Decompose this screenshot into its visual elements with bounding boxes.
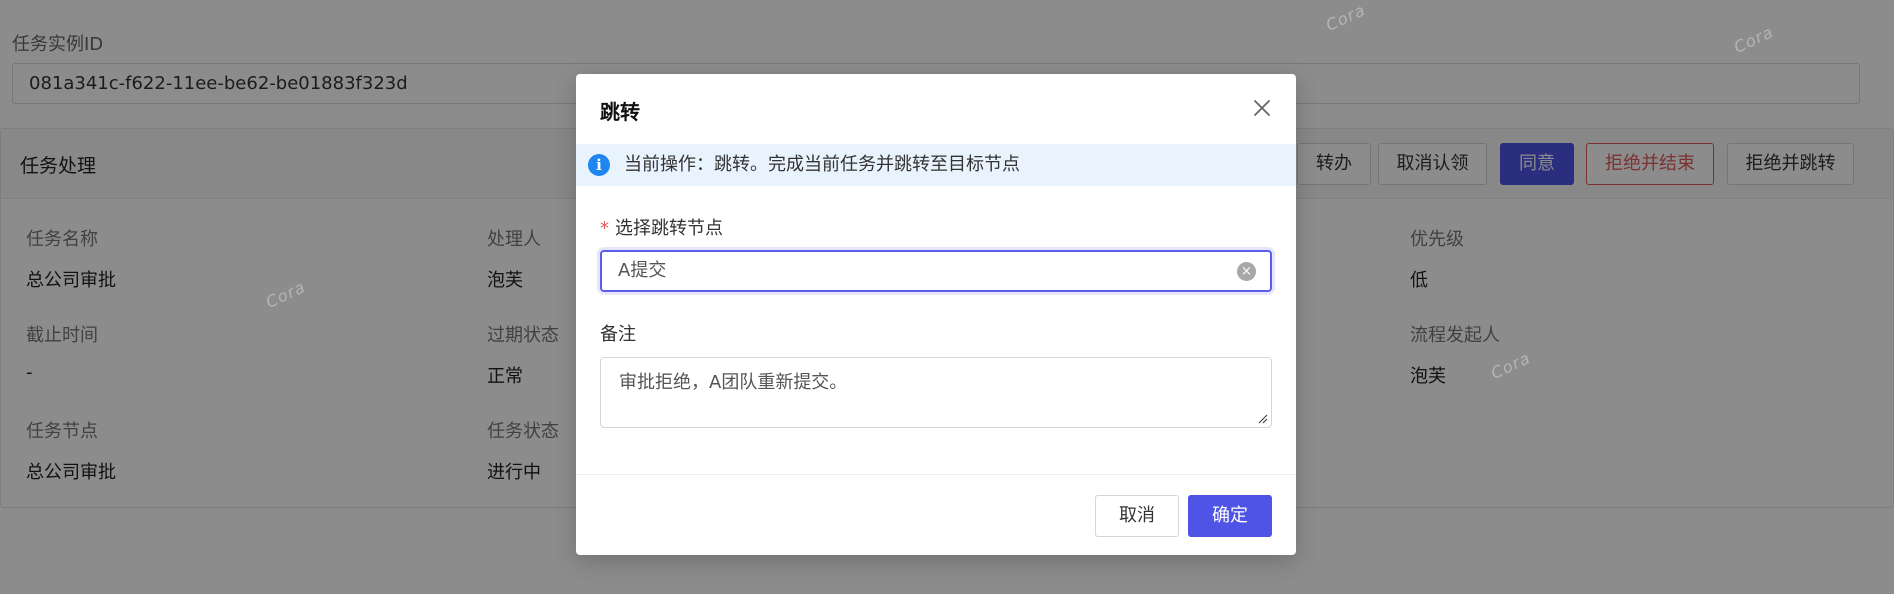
resize-handle-icon[interactable] xyxy=(1256,412,1268,424)
cancel-button[interactable]: 取消 xyxy=(1095,495,1179,537)
dialog-title: 跳转 xyxy=(600,100,640,124)
remark-value: 审批拒绝，A团队重新提交。 xyxy=(619,372,848,393)
target-node-select[interactable]: A提交 × xyxy=(600,250,1272,292)
target-node-label: * 选择跳转节点 xyxy=(600,214,723,240)
alert-text: 当前操作：跳转。完成当前任务并跳转至目标节点 xyxy=(624,154,1020,175)
clear-icon[interactable]: × xyxy=(1237,262,1256,281)
close-icon[interactable] xyxy=(1250,96,1274,120)
info-icon: i xyxy=(588,154,610,176)
dialog-footer-divider xyxy=(576,474,1296,475)
required-star: * xyxy=(600,218,609,239)
confirm-button[interactable]: 确定 xyxy=(1188,495,1272,537)
target-node-value: A提交 xyxy=(618,260,667,281)
target-node-label-text: 选择跳转节点 xyxy=(615,218,723,239)
remark-label: 备注 xyxy=(600,324,636,345)
info-alert: i 当前操作：跳转。完成当前任务并跳转至目标节点 xyxy=(576,144,1296,186)
jump-dialog: 跳转 i 当前操作：跳转。完成当前任务并跳转至目标节点 * 选择跳转节点 A提交 … xyxy=(576,74,1296,555)
remark-textarea[interactable]: 审批拒绝，A团队重新提交。 xyxy=(600,357,1272,428)
